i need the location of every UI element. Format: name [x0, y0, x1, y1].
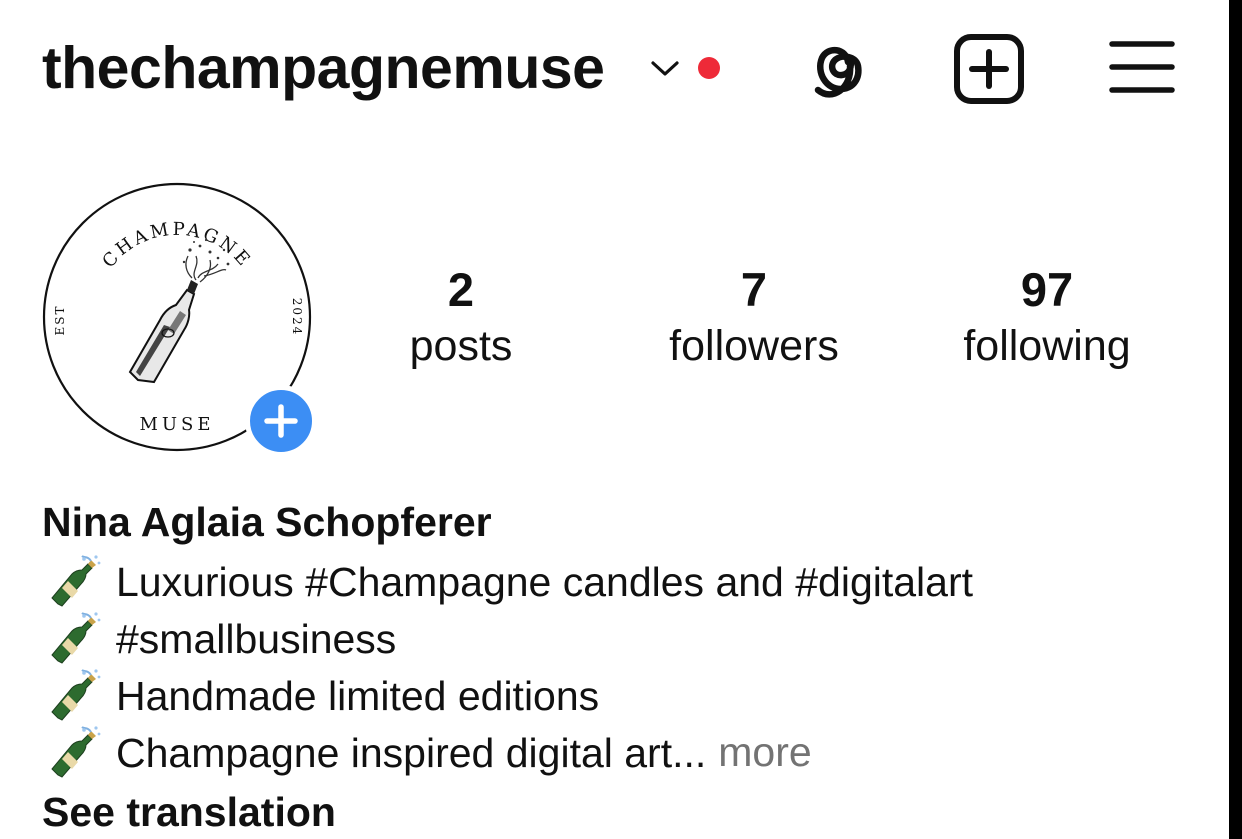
bottle-with-popping-cork-icon: [51, 668, 101, 721]
posts-label: posts: [409, 322, 513, 370]
threads-icon[interactable]: [802, 32, 868, 106]
chevron-down-icon[interactable]: [648, 57, 682, 79]
followers-label: followers: [669, 322, 839, 370]
create-plus-icon[interactable]: [952, 32, 1026, 106]
logo-left-text: EST: [53, 305, 67, 336]
bio-text: Handmade limited editions: [116, 672, 600, 719]
bio-line: #smallbusiness: [44, 610, 1214, 667]
logo-bottom-text: MUSE: [139, 414, 214, 435]
posts-count: 2: [447, 263, 475, 316]
bottle-with-popping-cork-icon: [51, 725, 101, 778]
more-link[interactable]: more: [718, 729, 811, 776]
bottle-with-popping-cork-icon: [51, 611, 101, 664]
following-label: following: [963, 322, 1131, 370]
full-name: Nina Aglaia Schopferer: [42, 499, 492, 545]
plus-icon: [264, 404, 298, 438]
bio-line: Handmade limited editions: [44, 667, 1214, 724]
screen-edge: [1229, 0, 1242, 839]
bio-line: Champagne inspired digital art... more: [44, 724, 1214, 781]
bio-line: Luxurious #Champagne candles and #digita…: [44, 553, 1214, 610]
bio-text[interactable]: #smallbusiness: [116, 611, 396, 667]
following-count: 97: [1020, 263, 1074, 316]
add-story-button[interactable]: [245, 385, 317, 457]
bio-text: Champagne inspired digital art...: [116, 729, 707, 776]
hamburger-menu-icon[interactable]: [1108, 38, 1176, 96]
bio: Luxurious #Champagne candles and #digita…: [44, 553, 1214, 781]
stat-following[interactable]: 97 following: [917, 262, 1177, 374]
notification-dot: [698, 57, 720, 79]
username[interactable]: thechampagnemuse: [42, 36, 605, 100]
stat-followers[interactable]: 7 followers: [624, 262, 884, 374]
stat-posts[interactable]: 2 posts: [331, 262, 591, 374]
followers-count: 7: [740, 263, 768, 316]
see-translation-link[interactable]: See translation: [42, 786, 336, 838]
profile-header: thechampagnemuse: [42, 30, 1192, 110]
bottle-with-popping-cork-icon: [51, 554, 101, 607]
bio-text: Luxurious #Champagne candles and #digita…: [116, 558, 974, 605]
logo-right-text: 2024: [290, 298, 304, 337]
